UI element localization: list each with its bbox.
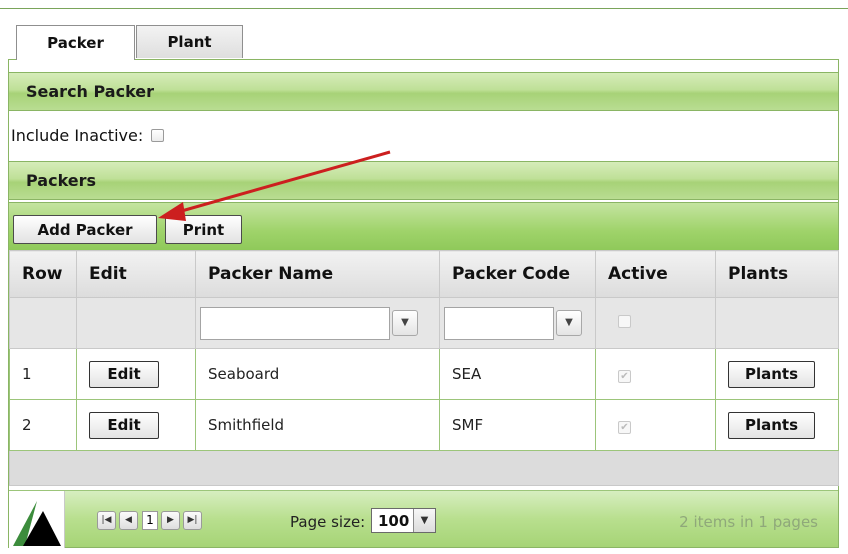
filter-cell-row bbox=[9, 297, 77, 349]
include-inactive-checkbox[interactable] bbox=[151, 129, 165, 142]
grid-empty-space bbox=[9, 450, 839, 486]
company-logo bbox=[9, 491, 65, 548]
packers-header: Packers bbox=[9, 161, 838, 200]
active-checkbox: ✔ bbox=[618, 370, 631, 383]
plants-button[interactable]: Plants bbox=[728, 360, 815, 388]
next-page-icon[interactable]: ▶ bbox=[161, 511, 180, 530]
print-label: Print bbox=[182, 220, 225, 239]
filter-cell-active bbox=[595, 297, 716, 349]
previous-page-icon[interactable]: ◀ bbox=[119, 511, 138, 530]
column-header-packer-name[interactable]: Packer Name bbox=[195, 250, 440, 298]
packers-title: Packers bbox=[26, 171, 97, 190]
grid-header-row: Row Edit Packer Name Packer Code Active … bbox=[9, 250, 839, 298]
packer-name-filter-icon[interactable]: ▼ bbox=[392, 310, 418, 336]
filter-cell-plants bbox=[715, 297, 839, 349]
print-button[interactable]: Print bbox=[165, 215, 242, 244]
packer-name-filter-input[interactable] bbox=[200, 306, 390, 340]
packer-code-filter-input[interactable] bbox=[444, 306, 554, 340]
table-row: 2 Edit Smithfield SMF ✔ Plants bbox=[9, 399, 839, 451]
search-packer-header: Search Packer bbox=[9, 72, 838, 111]
filter-cell-packer-name: ▼ bbox=[195, 297, 440, 349]
column-header-plants[interactable]: Plants bbox=[715, 250, 839, 298]
grid-pager: |◀ ◀ 1 ▶ ▶| Page size: 100 ▼ 2 items in … bbox=[9, 490, 838, 548]
search-packer-title: Search Packer bbox=[26, 82, 155, 101]
grid-toolbar: Add Packer Print bbox=[9, 202, 838, 250]
first-page-icon[interactable]: |◀ bbox=[97, 511, 116, 530]
last-page-icon[interactable]: ▶| bbox=[183, 511, 202, 530]
include-inactive-row: Include Inactive: bbox=[9, 113, 838, 158]
tab-plant-label: Plant bbox=[167, 33, 212, 51]
filter-cell-packer-code: ▼ bbox=[439, 297, 596, 349]
table-row: 1 Edit Seaboard SEA ✔ Plants bbox=[9, 348, 839, 400]
plants-cell: Plants bbox=[715, 399, 839, 451]
active-cell: ✔ bbox=[595, 399, 716, 451]
edit-button[interactable]: Edit bbox=[89, 360, 159, 388]
tab-plant[interactable]: Plant bbox=[136, 25, 243, 58]
include-inactive-label: Include Inactive: bbox=[11, 126, 144, 145]
packer-code-filter-icon[interactable]: ▼ bbox=[556, 310, 582, 336]
tab-packer[interactable]: Packer bbox=[16, 25, 135, 60]
column-header-packer-code[interactable]: Packer Code bbox=[439, 250, 596, 298]
chevron-down-icon[interactable]: ▼ bbox=[413, 509, 435, 532]
add-packer-label: Add Packer bbox=[37, 220, 133, 239]
active-checkbox: ✔ bbox=[618, 421, 631, 434]
pager-info: 2 items in 1 pages bbox=[679, 513, 818, 531]
packer-panel: Search Packer Include Inactive: Packers … bbox=[8, 59, 839, 548]
page-size-select[interactable]: 100 ▼ bbox=[371, 508, 436, 533]
page-size-label: Page size: bbox=[290, 513, 366, 531]
page-size-value: 100 bbox=[378, 512, 410, 530]
column-header-active[interactable]: Active bbox=[595, 250, 716, 298]
current-page-number[interactable]: 1 bbox=[142, 511, 158, 530]
add-packer-button[interactable]: Add Packer bbox=[13, 215, 157, 244]
top-divider bbox=[0, 8, 848, 9]
packer-code-cell: SMF bbox=[439, 399, 596, 451]
edit-cell: Edit bbox=[76, 399, 196, 451]
row-number: 1 bbox=[9, 348, 77, 400]
filter-row: ▼ ▼ bbox=[9, 297, 839, 349]
packer-name-cell: Smithfield bbox=[195, 399, 440, 451]
grid-empty-cell bbox=[9, 450, 839, 486]
active-cell: ✔ bbox=[595, 348, 716, 400]
active-filter-checkbox[interactable] bbox=[618, 315, 631, 328]
plants-button[interactable]: Plants bbox=[728, 411, 815, 439]
packer-name-cell: Seaboard bbox=[195, 348, 440, 400]
column-header-row[interactable]: Row bbox=[9, 250, 77, 298]
row-number: 2 bbox=[9, 399, 77, 451]
packers-grid: Row Edit Packer Name Packer Code Active … bbox=[9, 250, 839, 486]
column-header-edit[interactable]: Edit bbox=[76, 250, 196, 298]
filter-cell-edit bbox=[76, 297, 196, 349]
edit-cell: Edit bbox=[76, 348, 196, 400]
packer-code-cell: SEA bbox=[439, 348, 596, 400]
plants-cell: Plants bbox=[715, 348, 839, 400]
edit-button[interactable]: Edit bbox=[89, 411, 159, 439]
tab-packer-label: Packer bbox=[47, 34, 104, 52]
